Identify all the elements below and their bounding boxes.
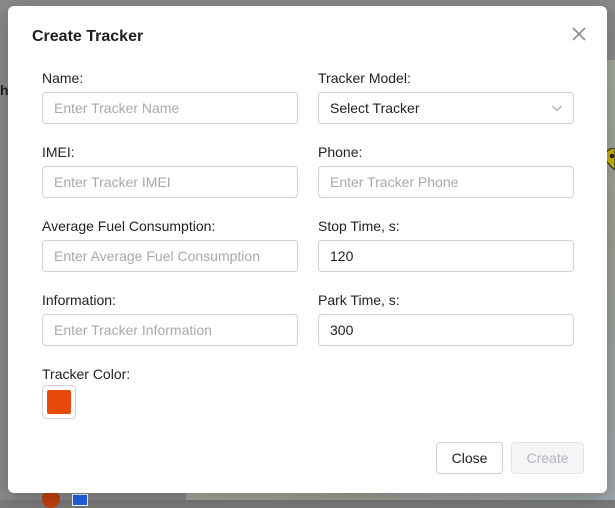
create-button[interactable]: Create bbox=[511, 442, 584, 474]
tracker-model-label: Tracker Model: bbox=[318, 70, 411, 86]
tracker-model-field-group: Tracker Model: Select Tracker bbox=[318, 70, 574, 124]
stop-time-input[interactable] bbox=[318, 240, 574, 272]
tracker-model-select[interactable]: Select Tracker bbox=[318, 92, 574, 124]
name-input[interactable] bbox=[42, 92, 298, 124]
tracker-color-label: Tracker Color: bbox=[42, 366, 131, 382]
information-label: Information: bbox=[42, 292, 116, 308]
create-tracker-dialog: Create Tracker Name: Tracker Model: Sele… bbox=[8, 6, 607, 493]
dialog-title: Create Tracker bbox=[32, 28, 144, 45]
fuel-field-group: Average Fuel Consumption: bbox=[42, 218, 298, 272]
phone-field-group: Phone: bbox=[318, 144, 574, 198]
tracker-color-field-group: Tracker Color: bbox=[42, 366, 298, 388]
name-label: Name: bbox=[42, 70, 84, 86]
map-marker-blue bbox=[72, 494, 88, 506]
information-field-group: Information: bbox=[42, 292, 298, 346]
park-time-field-group: Park Time, s: bbox=[318, 292, 574, 346]
imei-field-group: IMEI: bbox=[42, 144, 298, 198]
park-time-input[interactable] bbox=[318, 314, 574, 346]
information-input[interactable] bbox=[42, 314, 298, 346]
tracker-model-placeholder: Select Tracker bbox=[330, 100, 420, 116]
fuel-label: Average Fuel Consumption: bbox=[42, 218, 216, 234]
imei-input[interactable] bbox=[42, 166, 298, 198]
stop-time-field-group: Stop Time, s: bbox=[318, 218, 574, 272]
close-button[interactable]: Close bbox=[436, 442, 503, 474]
stop-time-label: Stop Time, s: bbox=[318, 218, 400, 234]
park-time-label: Park Time, s: bbox=[318, 292, 400, 308]
close-icon[interactable] bbox=[569, 24, 589, 44]
phone-label: Phone: bbox=[318, 144, 363, 160]
fuel-consumption-input[interactable] bbox=[42, 240, 298, 272]
tracker-color-picker[interactable] bbox=[42, 385, 76, 419]
tracker-color-swatch bbox=[47, 390, 71, 414]
imei-label: IMEI: bbox=[42, 144, 75, 160]
phone-input[interactable] bbox=[318, 166, 574, 198]
name-field-group: Name: bbox=[42, 70, 298, 124]
chevron-down-icon bbox=[552, 105, 562, 112]
